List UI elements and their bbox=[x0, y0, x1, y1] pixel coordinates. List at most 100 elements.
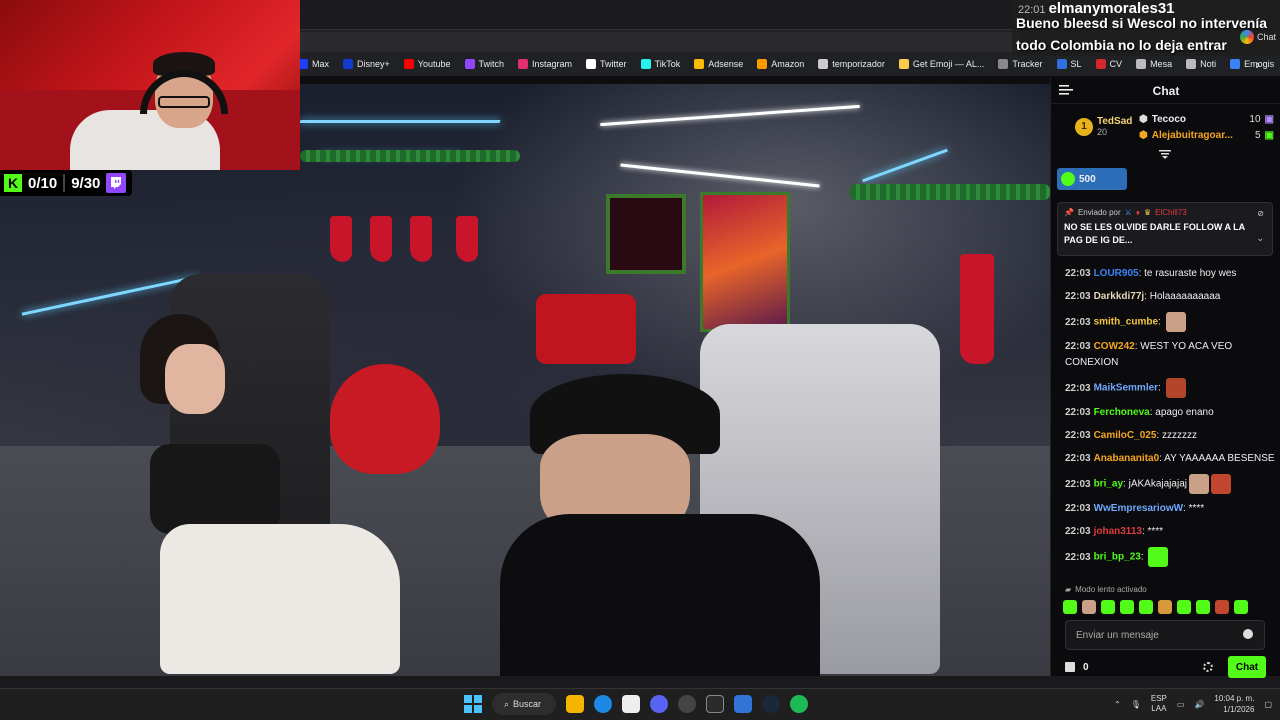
file-explorer-icon[interactable] bbox=[566, 695, 584, 713]
stocking bbox=[960, 254, 994, 364]
emote-button[interactable] bbox=[1120, 600, 1134, 614]
stream-video[interactable] bbox=[0, 84, 1050, 676]
message-username[interactable]: Anabananita0 bbox=[1094, 453, 1160, 464]
collapse-chat-icon[interactable] bbox=[1059, 84, 1073, 96]
message-username[interactable]: Ferchoneva bbox=[1094, 407, 1150, 418]
bookmark-item[interactable]: Emogis bbox=[1230, 59, 1274, 69]
battlenet-icon[interactable] bbox=[734, 695, 752, 713]
chevron-down-icon[interactable]: ⌄ bbox=[1256, 233, 1264, 244]
microphone-icon[interactable]: 🎙 bbox=[1131, 700, 1141, 709]
message-username[interactable]: MaikSemmler bbox=[1094, 383, 1158, 394]
emote-button[interactable] bbox=[1234, 600, 1248, 614]
chat-message-input[interactable] bbox=[1065, 620, 1265, 650]
bookmark-item[interactable]: Instagram bbox=[518, 59, 572, 69]
send-chat-button[interactable]: Chat bbox=[1228, 656, 1266, 678]
epic-games-icon[interactable] bbox=[706, 695, 724, 713]
hide-pin-icon[interactable]: ⊘ bbox=[1257, 209, 1264, 218]
chat-message[interactable]: 22:03 johan3113: **** bbox=[1065, 524, 1275, 540]
clock[interactable]: 10:04 p. m. 1/1/2026 bbox=[1214, 693, 1254, 715]
taskbar-search[interactable]: ⌕ Buscar bbox=[492, 693, 556, 715]
message-username[interactable]: bri_bp_23 bbox=[1094, 552, 1141, 563]
assistant-chat-label: Chat bbox=[1256, 32, 1276, 42]
language-indicator[interactable]: ESP LAA bbox=[1151, 694, 1167, 714]
emote-button[interactable] bbox=[1158, 600, 1172, 614]
chat-messages: 22:03 LOUR905: te rasuraste hoy wes 22:03 D… bbox=[1065, 266, 1275, 574]
bookmark-item[interactable]: Tracker bbox=[998, 59, 1043, 69]
message-username[interactable]: CamiloC_025 bbox=[1094, 430, 1157, 441]
emoji-picker-icon[interactable] bbox=[1243, 629, 1253, 639]
message-username[interactable]: WwEmpresariowW bbox=[1094, 503, 1183, 514]
volume-icon[interactable]: 🔊 bbox=[1194, 700, 1204, 709]
bookmark-label: Instagram bbox=[532, 59, 573, 69]
discord-icon[interactable] bbox=[650, 695, 668, 713]
wall-frame bbox=[606, 194, 686, 274]
emote-button[interactable] bbox=[1082, 600, 1096, 614]
message-username[interactable]: johan3113 bbox=[1094, 526, 1142, 537]
chat-message[interactable]: 22:03 MaikSemmler: bbox=[1065, 378, 1275, 398]
bookmark-item[interactable]: Disney+ bbox=[343, 59, 390, 69]
message-username[interactable]: Darkkdi77j bbox=[1094, 291, 1145, 302]
bookmark-item[interactable]: Mesa bbox=[1136, 59, 1172, 69]
address-bar[interactable] bbox=[300, 32, 1020, 52]
expand-leaderboard-icon[interactable] bbox=[1159, 150, 1171, 160]
bookmark-item[interactable]: Get Emoji — AL... bbox=[898, 59, 984, 69]
chat-message[interactable]: 22:03 smith_cumbe: bbox=[1065, 312, 1275, 332]
network-icon[interactable]: ▭ bbox=[1177, 700, 1185, 709]
capcut-icon[interactable] bbox=[622, 695, 640, 713]
bookmark-item[interactable]: CV bbox=[1095, 59, 1122, 69]
bookmark-item[interactable]: Max bbox=[298, 59, 329, 69]
message-username[interactable]: smith_cumbe bbox=[1094, 317, 1158, 328]
bookmark-item[interactable]: SL bbox=[1056, 59, 1082, 69]
search-icon: ⌕ bbox=[504, 698, 510, 709]
pinned-user: ElChill73 bbox=[1155, 208, 1187, 217]
bookmarks-overflow-icon[interactable]: › bbox=[1255, 56, 1260, 72]
emote-button[interactable] bbox=[1177, 600, 1191, 614]
emote-button[interactable] bbox=[1063, 600, 1077, 614]
obs-icon[interactable] bbox=[678, 695, 696, 713]
pinned-message[interactable]: 📌 Enviado por ⚔ ♦ ♛ ElChill73 NO SE LES … bbox=[1057, 202, 1273, 256]
garland bbox=[300, 150, 520, 162]
bookmark-item[interactable]: Youtube bbox=[403, 59, 451, 69]
chat-message[interactable]: 22:03 bri_bp_23: bbox=[1065, 547, 1275, 567]
tray-chevron-up-icon[interactable]: ⌃ bbox=[1114, 700, 1121, 709]
bookmark-item[interactable]: Twitter bbox=[586, 59, 627, 69]
bookmark-item[interactable]: Twitch bbox=[464, 59, 504, 69]
popup-message-line-2: todo Colombia no lo deja entrar bbox=[1016, 37, 1227, 53]
gift-counter[interactable]: 0 bbox=[1065, 662, 1089, 673]
chat-message[interactable]: 22:03 WwEmpresariowW: **** bbox=[1065, 501, 1275, 517]
emote-button[interactable] bbox=[1101, 600, 1115, 614]
gear-icon[interactable] bbox=[1203, 662, 1213, 672]
chat-message[interactable]: 22:03 Anabananita0: AY YAAAAAA BESENSE bbox=[1065, 451, 1275, 467]
bookmark-item[interactable]: Noti bbox=[1186, 59, 1216, 69]
emote-button[interactable] bbox=[1196, 600, 1210, 614]
message-username[interactable]: bri_ay bbox=[1094, 479, 1123, 490]
bookmark-item[interactable]: temporizador bbox=[818, 59, 885, 69]
gift-goal-pill[interactable]: 500 bbox=[1057, 168, 1127, 190]
windows-start-icon[interactable] bbox=[464, 695, 482, 713]
message-username[interactable]: LOUR905 bbox=[1094, 268, 1139, 279]
bookmark-item[interactable]: Adsense bbox=[694, 59, 743, 69]
chat-message[interactable]: 22:03 LOUR905: te rasuraste hoy wes bbox=[1065, 266, 1275, 282]
chat-message[interactable]: 22:03 bri_ay: jAKAkajajajaj bbox=[1065, 474, 1275, 494]
kick-count: 0/10 bbox=[28, 174, 58, 192]
disney-icon bbox=[343, 59, 354, 69]
chat-message[interactable]: 22:03 Ferchoneva: apago enano bbox=[1065, 405, 1275, 421]
chat-message[interactable]: 22:03 Darkkdi77j: Holaaaaaaaaaa bbox=[1065, 289, 1275, 305]
wall-poster bbox=[700, 192, 790, 332]
emote-button[interactable] bbox=[1215, 600, 1229, 614]
bookmark-item[interactable]: Amazon bbox=[757, 59, 804, 69]
gift-leaderboard[interactable]: 1 TedSad 20 ⬢ Tecoco 10 ▣ ⬢ Alejabuitrag… bbox=[1051, 108, 1280, 148]
chat-message[interactable]: 22:03 CamiloC_025: zzzzzzz bbox=[1065, 428, 1275, 444]
chat-message[interactable]: 22:03 COW242: WEST YO ACA VEO CONEXION bbox=[1065, 339, 1275, 371]
steam-icon[interactable] bbox=[762, 695, 780, 713]
spotify-icon[interactable] bbox=[790, 695, 808, 713]
emote-image bbox=[1210, 474, 1231, 494]
emote-button[interactable] bbox=[1139, 600, 1153, 614]
assistant-chat-button[interactable]: Chat bbox=[1239, 30, 1276, 44]
bookmark-item[interactable]: TikTok bbox=[640, 59, 680, 69]
tab-strip[interactable] bbox=[300, 0, 1020, 30]
notifications-icon[interactable]: ▢ bbox=[1264, 700, 1272, 709]
message-username[interactable]: COW242 bbox=[1094, 341, 1135, 352]
emoji-icon bbox=[898, 59, 909, 69]
edge-icon[interactable] bbox=[594, 695, 612, 713]
